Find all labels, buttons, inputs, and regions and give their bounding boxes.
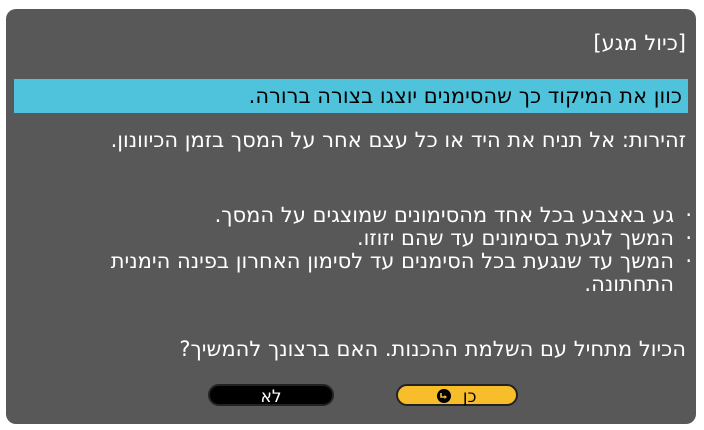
yes-button[interactable]: כן <box>396 384 518 407</box>
bullet-icon: · <box>685 203 692 227</box>
instruction-highlight: כוון את המיקוד כך שהסימנים יוצגו בצורה ב… <box>14 79 688 113</box>
dialog-title: [כיול מגע] <box>593 31 686 55</box>
no-button-label: לא <box>260 387 282 407</box>
step-text: המשך עד שנגעת בכל הסימנים עד לסימון האחר… <box>110 249 674 296</box>
step-item: · גע באצבע בכל אחד מהסימונים שמוצגים על … <box>20 204 692 227</box>
confirm-question: הכיול מתחיל עם השלמת ההכנות. האם ברצונך … <box>179 337 686 361</box>
yes-button-label: כן <box>462 387 477 407</box>
warning-text: זהירות: אל תניח את היד או כל עצם אחר על … <box>110 128 686 152</box>
steps-list: · גע באצבע בכל אחד מהסימונים שמוצגים על … <box>20 204 692 296</box>
step-item: · המשך לגעת בסימונים עד שהם יזוזו. <box>20 227 692 250</box>
bullet-icon: · <box>685 249 692 273</box>
no-button[interactable]: לא <box>208 384 334 407</box>
calibration-dialog: [כיול מגע] כוון את המיקוד כך שהסימנים יו… <box>6 9 696 424</box>
step-text: המשך לגעת בסימונים עד שהם יזוזו. <box>356 226 674 250</box>
enter-icon <box>437 389 452 403</box>
step-text: גע באצבע בכל אחד מהסימונים שמוצגים על המ… <box>214 203 674 227</box>
bullet-icon: · <box>685 226 692 250</box>
step-item: · המשך עד שנגעת בכל הסימנים עד לסימון הא… <box>20 250 692 296</box>
